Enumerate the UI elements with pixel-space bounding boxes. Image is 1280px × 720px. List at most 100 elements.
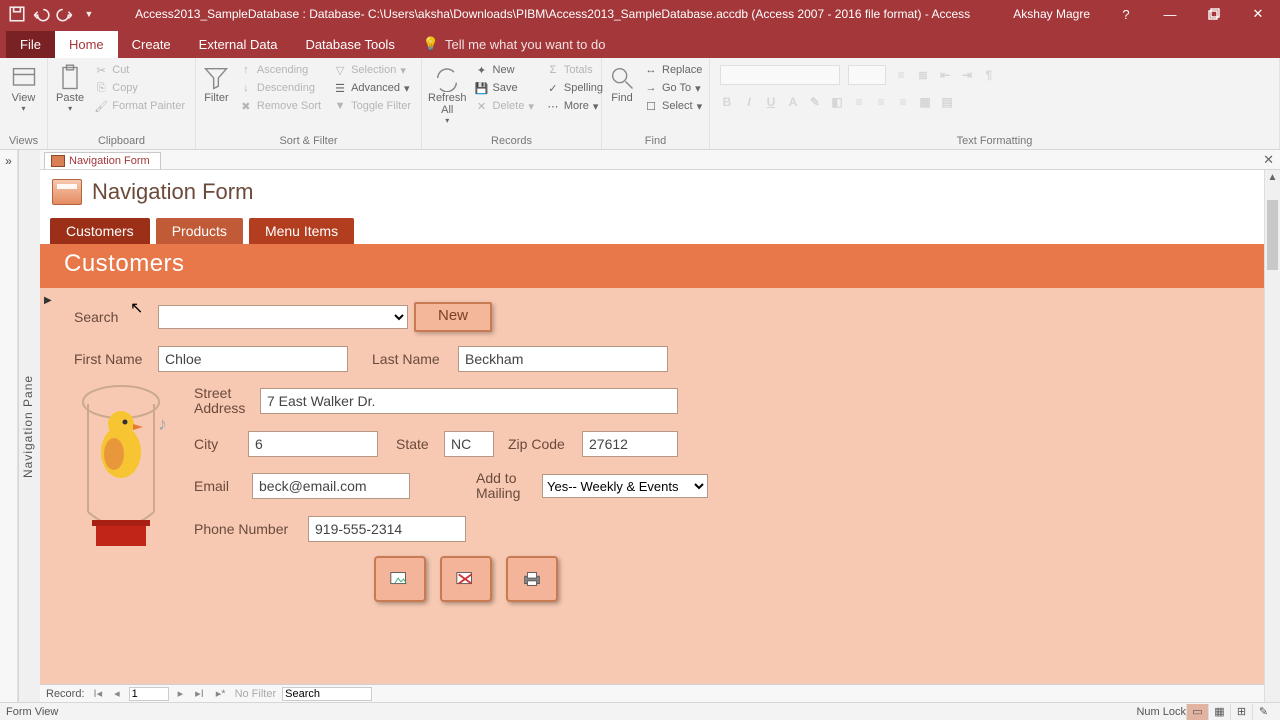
city-label: City (194, 436, 242, 452)
ltr-icon[interactable]: ¶ (980, 66, 998, 84)
action-button-2[interactable] (440, 556, 492, 602)
state-field[interactable] (444, 431, 494, 457)
find-button[interactable]: Find (608, 62, 636, 104)
descending-button[interactable]: ↓Descending (235, 80, 325, 96)
remove-sort-button[interactable]: ✖Remove Sort (235, 98, 325, 114)
goto-button[interactable]: →Go To ▾ (640, 80, 706, 96)
underline-icon[interactable]: U (762, 93, 780, 111)
ascending-button[interactable]: ↑Ascending (235, 62, 325, 78)
record-new[interactable]: ▸* (213, 687, 229, 700)
tab-create[interactable]: Create (118, 31, 185, 58)
numbering-icon[interactable]: ≣ (914, 66, 932, 84)
view-form-icon[interactable]: ▭ (1186, 704, 1208, 720)
close-icon[interactable]: ✕ (1236, 0, 1280, 28)
new-record-button[interactable]: ✦New (471, 62, 538, 78)
tab-database-tools[interactable]: Database Tools (291, 31, 408, 58)
alt-row-icon[interactable]: ▤ (938, 93, 956, 111)
record-prev[interactable]: ◂ (111, 687, 123, 700)
view-datasheet-icon[interactable]: ▦ (1208, 704, 1230, 720)
selection-button[interactable]: ▽Selection ▾ (329, 62, 415, 78)
zip-field[interactable] (582, 431, 678, 457)
tell-me-search[interactable]: 💡 Tell me what you want to do (409, 30, 620, 58)
totals-button[interactable]: ΣTotals (542, 62, 607, 78)
format-painter-button[interactable]: 🖌Format Painter (90, 98, 189, 114)
delete-button[interactable]: ✕Delete ▾ (471, 98, 538, 114)
record-number[interactable] (129, 687, 169, 701)
form-icon (51, 155, 65, 167)
tab-file[interactable]: File (6, 31, 55, 58)
paste-button[interactable]: Paste▾ (54, 62, 86, 113)
doctab-navigation-form[interactable]: Navigation Form (44, 152, 161, 169)
filter-button[interactable]: Filter (202, 62, 231, 104)
first-name-field[interactable] (158, 346, 348, 372)
gridlines-icon[interactable]: ▦ (916, 93, 934, 111)
ribbon-tabs: File Home Create External Data Database … (0, 28, 1280, 58)
shutter-bar-open[interactable]: » (0, 150, 18, 702)
doctab-label: Navigation Form (69, 155, 150, 167)
toggle-filter-button[interactable]: ▼Toggle Filter (329, 98, 415, 114)
copy-button[interactable]: ⎘Copy (90, 80, 189, 96)
close-tab-icon[interactable]: ✕ (1263, 152, 1274, 168)
indent-dec-icon[interactable]: ⇤ (936, 66, 954, 84)
navform-icon (52, 179, 82, 205)
cut-button[interactable]: ✂Cut (90, 62, 189, 78)
font-size-select[interactable] (848, 65, 886, 85)
save-icon[interactable] (8, 5, 26, 23)
last-name-label: Last Name (372, 351, 452, 367)
group-find: Find (608, 135, 703, 149)
refresh-all-button[interactable]: Refresh All▾ (428, 62, 467, 125)
action-button-1[interactable] (374, 556, 426, 602)
nav-tab-products[interactable]: Products (156, 218, 243, 244)
navigation-pane-collapsed[interactable]: Navigation Pane (18, 150, 40, 702)
font-color-icon[interactable]: A (784, 93, 802, 111)
save-record-button[interactable]: 💾Save (471, 80, 538, 96)
view-layout-icon[interactable]: ⊞ (1230, 704, 1252, 720)
street-field[interactable] (260, 388, 678, 414)
tab-external-data[interactable]: External Data (185, 31, 292, 58)
record-first[interactable]: I◂ (91, 687, 106, 700)
email-field[interactable] (252, 473, 410, 499)
phone-field[interactable] (308, 516, 466, 542)
help-icon[interactable]: ? (1104, 0, 1148, 28)
form-vscroll[interactable]: ▲ (1264, 170, 1280, 702)
record-next[interactable]: ▸ (175, 687, 187, 700)
mailing-select[interactable]: Yes-- Weekly & Events (542, 474, 708, 498)
minimize-icon[interactable]: — (1148, 0, 1192, 28)
undo-icon[interactable] (32, 5, 50, 23)
view-design-icon[interactable]: ✎ (1252, 704, 1274, 720)
spelling-button[interactable]: ✓Spelling (542, 80, 607, 96)
italic-icon[interactable]: I (740, 93, 758, 111)
align-left-icon[interactable]: ≡ (850, 93, 868, 111)
bullets-icon[interactable]: ≡ (892, 66, 910, 84)
search-combo[interactable] (158, 305, 408, 329)
fill-color-icon[interactable]: ◧ (828, 93, 846, 111)
highlight-icon[interactable]: ✎ (806, 93, 824, 111)
nav-tab-customers[interactable]: Customers (50, 218, 150, 244)
font-family-select[interactable] (720, 65, 840, 85)
user-name[interactable]: Akshay Magre (999, 7, 1104, 21)
tab-home[interactable]: Home (55, 31, 118, 58)
last-name-field[interactable] (458, 346, 668, 372)
align-center-icon[interactable]: ≡ (872, 93, 890, 111)
qat-dropdown-icon[interactable]: ▼ (80, 5, 98, 23)
align-right-icon[interactable]: ≡ (894, 93, 912, 111)
bold-icon[interactable]: B (718, 93, 736, 111)
record-search[interactable] (282, 687, 372, 701)
nav-tab-menu-items[interactable]: Menu Items (249, 218, 354, 244)
redo-icon[interactable] (56, 5, 74, 23)
advanced-button[interactable]: ☰Advanced ▾ (329, 80, 415, 96)
ribbon: View▾ Views Paste▾ ✂Cut ⎘Copy 🖌Format Pa… (0, 58, 1280, 150)
city-field[interactable] (248, 431, 378, 457)
window-title: Access2013_SampleDatabase : Database- C:… (106, 7, 999, 21)
record-last[interactable]: ▸I (192, 687, 207, 700)
select-button[interactable]: ☐Select ▾ (640, 98, 706, 114)
new-customer-button[interactable]: New (414, 302, 492, 332)
replace-button[interactable]: ↔Replace (640, 62, 706, 78)
restore-icon[interactable] (1192, 0, 1236, 28)
action-button-3[interactable] (506, 556, 558, 602)
view-button[interactable]: View▾ (6, 62, 41, 113)
search-label: Search (74, 309, 152, 325)
document-tabs: Navigation Form ✕ (40, 150, 1280, 170)
indent-inc-icon[interactable]: ⇥ (958, 66, 976, 84)
more-button[interactable]: ⋯More ▾ (542, 98, 607, 114)
